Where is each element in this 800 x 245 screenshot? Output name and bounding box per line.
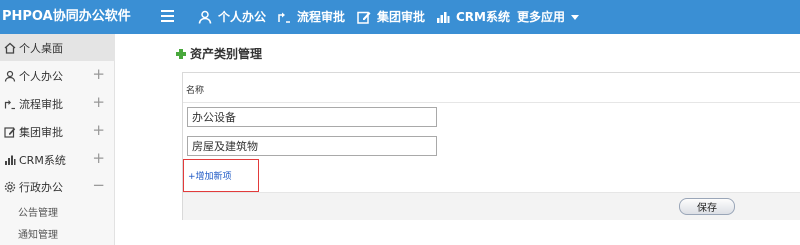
sidebar-subitem-notices[interactable]: 通知管理 xyxy=(18,226,58,241)
sidebar-item-label: 个人办公 xyxy=(19,69,63,83)
form-footer: 保存 xyxy=(183,192,800,220)
user-icon xyxy=(198,10,212,24)
column-header-name: 名称 xyxy=(186,86,205,96)
app-brand[interactable]: PHPOA协同办公软件 xyxy=(2,0,131,34)
expand-icon[interactable]: + xyxy=(92,123,105,138)
add-icon xyxy=(176,48,186,59)
category-form-panel: 名称 +增加新项 保存 xyxy=(182,72,800,220)
caret-down-icon xyxy=(571,14,580,20)
workflow-icon xyxy=(4,98,16,110)
nav-label: CRM系统 xyxy=(456,10,510,24)
sidebar-item-label: 个人桌面 xyxy=(19,41,63,55)
sidebar-item-admin-office[interactable]: 行政办公 − xyxy=(0,173,115,200)
expand-icon[interactable]: + xyxy=(92,67,105,82)
user-icon xyxy=(4,70,16,82)
page-title-text: 资产类别管理 xyxy=(190,47,263,61)
category-name-input[interactable] xyxy=(187,107,437,127)
bar-chart-icon xyxy=(4,154,16,166)
sidebar-item-group-approval[interactable]: 集团审批 + xyxy=(0,118,115,145)
sidebar-item-personal-desktop[interactable]: 个人桌面 xyxy=(0,34,115,61)
sidebar: 个人桌面 个人办公 + 流程审批 + 集团审批 + CRM系统 + 行政办公 − xyxy=(0,34,115,245)
edit-icon xyxy=(357,10,371,24)
table-header: 名称 xyxy=(183,73,800,103)
sidebar-item-crm[interactable]: CRM系统 + xyxy=(0,146,115,173)
nav-item-group-approval[interactable]: 集团审批 xyxy=(357,0,425,34)
nav-item-workflow[interactable]: 流程审批 xyxy=(277,0,345,34)
page-title: 资产类别管理 xyxy=(176,45,262,62)
workflow-icon xyxy=(277,10,291,24)
collapse-icon[interactable]: − xyxy=(92,178,105,193)
sidebar-item-workflow[interactable]: 流程审批 + xyxy=(0,90,115,117)
nav-label: 流程审批 xyxy=(297,10,346,24)
nav-label: 个人办公 xyxy=(218,10,267,24)
sidebar-item-label: CRM系统 xyxy=(19,153,66,167)
category-name-input[interactable] xyxy=(187,136,437,156)
edit-icon xyxy=(4,126,16,138)
nav-label: 集团审批 xyxy=(377,10,426,24)
expand-icon[interactable]: + xyxy=(92,151,105,166)
gear-icon xyxy=(4,181,16,193)
expand-icon[interactable]: + xyxy=(92,95,105,110)
sidebar-item-label: 集团审批 xyxy=(19,125,63,139)
sidebar-subitem-announcements[interactable]: 公告管理 xyxy=(18,204,58,219)
menu-toggle-icon[interactable] xyxy=(161,10,174,23)
nav-item-personal-office[interactable]: 个人办公 xyxy=(198,0,266,34)
sidebar-item-personal-office[interactable]: 个人办公 + xyxy=(0,62,115,89)
nav-label: 更多应用 xyxy=(517,10,566,24)
add-new-item-link[interactable]: +增加新项 xyxy=(188,169,232,182)
top-navbar: PHPOA协同办公软件 个人办公 流程审批 集团审批 CRM系统 更多应用 xyxy=(0,0,800,34)
sidebar-item-label: 流程审批 xyxy=(19,97,63,111)
main-content: 资产类别管理 名称 +增加新项 保存 xyxy=(116,34,800,245)
bar-chart-icon xyxy=(436,10,450,24)
save-button[interactable]: 保存 xyxy=(679,198,735,215)
home-icon xyxy=(4,42,16,54)
nav-item-more-apps[interactable]: 更多应用 xyxy=(517,0,580,34)
nav-item-crm[interactable]: CRM系统 xyxy=(436,0,510,34)
sidebar-item-label: 行政办公 xyxy=(19,180,63,194)
